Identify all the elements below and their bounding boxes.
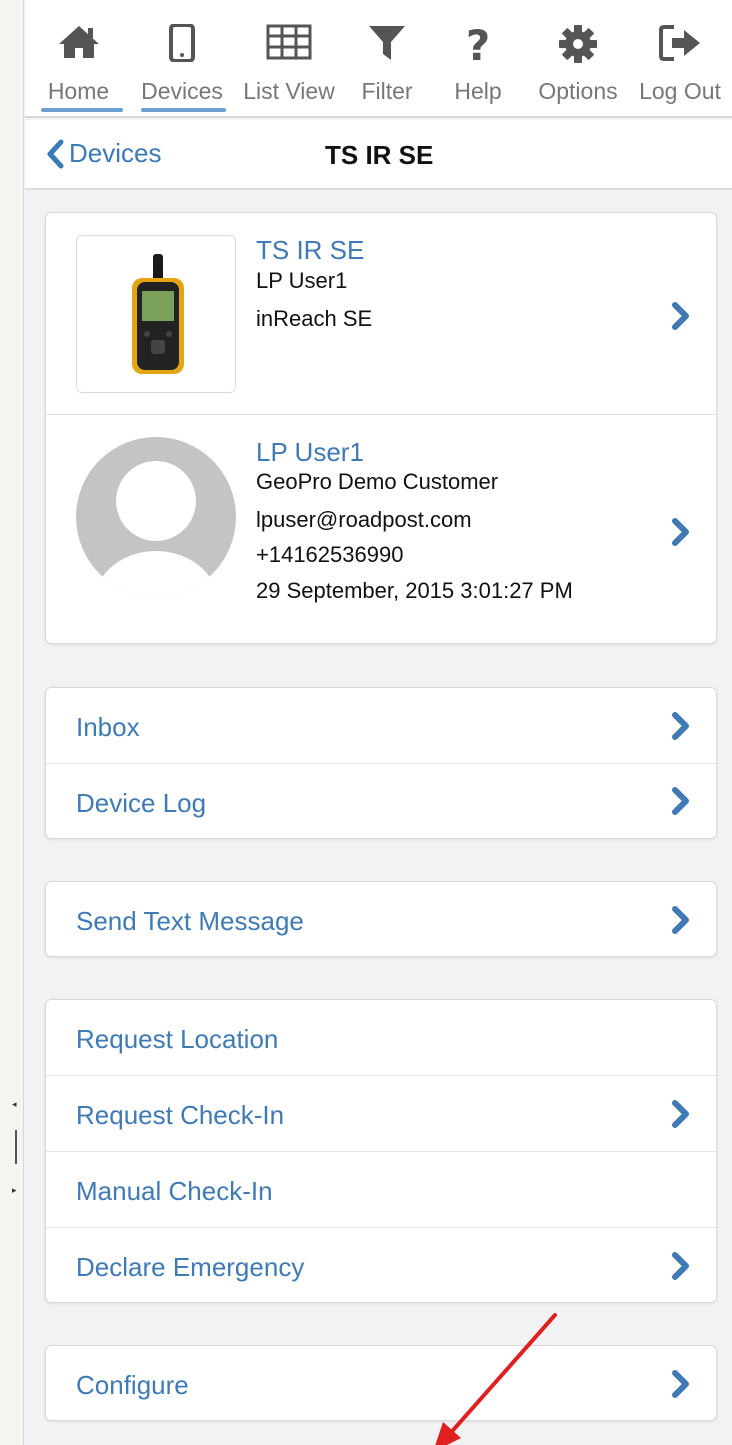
actions-card: Request Location Request Check-In Manual… — [45, 999, 717, 1303]
app-frame: Home Devices List View Filter ? Help Opt… — [25, 0, 732, 1445]
messages-card: Inbox Device Log — [45, 687, 717, 839]
expand-right-icon[interactable]: ▸ — [12, 1186, 20, 1195]
request-location-label: Request Location — [76, 1024, 279, 1054]
nav-logout-label: Log Out — [639, 78, 721, 104]
nav-home[interactable]: Home — [25, 0, 132, 118]
back-button-label: Devices — [69, 138, 162, 168]
user-info: LP User1 GeoPro Demo Customer lpuser@roa… — [256, 437, 573, 604]
collapse-left-icon[interactable]: ◂ — [12, 1100, 20, 1109]
user-last-seen: 29 September, 2015 3:01:27 PM — [256, 578, 573, 603]
device-user: LP User1 — [256, 268, 348, 293]
user-company: GeoPro Demo Customer — [256, 469, 499, 494]
nav-filter-label: Filter — [361, 78, 413, 104]
manual-checkin-label: Manual Check-In — [76, 1176, 273, 1206]
splitter-handle[interactable] — [15, 1130, 17, 1164]
page-title: TS IR SE — [325, 140, 434, 170]
nav-options[interactable]: Options — [528, 0, 628, 118]
nav-devices-label: Devices — [141, 78, 223, 104]
device-row[interactable]: TS IR SE LP User1 inReach SE — [46, 213, 716, 415]
device-model: inReach SE — [256, 306, 373, 331]
manual-checkin-item[interactable]: Manual Check-In — [46, 1152, 716, 1228]
user-phone: +14162536990 — [256, 542, 404, 567]
nav-home-underline — [41, 108, 123, 112]
top-nav: Home Devices List View Filter ? Help Opt… — [25, 0, 732, 118]
nav-list-view[interactable]: List View — [232, 0, 346, 118]
send-card: Send Text Message — [45, 881, 717, 957]
gps-device-icon — [132, 254, 184, 374]
logout-icon — [659, 25, 700, 61]
user-email: lpuser@roadpost.com — [256, 507, 472, 532]
nav-home-label: Home — [47, 78, 110, 104]
chevron-right-icon — [672, 906, 689, 934]
svg-text:?: ? — [466, 24, 490, 64]
annotation-arrow-icon — [435, 1313, 557, 1445]
nav-help[interactable]: ? Help — [428, 0, 528, 118]
chevron-right-icon — [672, 518, 689, 546]
gear-icon — [559, 25, 597, 63]
nav-list-view-label: List View — [243, 78, 335, 104]
send-text-label: Send Text Message — [76, 906, 304, 936]
user-row[interactable]: LP User1 GeoPro Demo Customer lpuser@roa… — [46, 415, 716, 643]
configure-item[interactable]: Configure — [46, 1346, 716, 1421]
back-button[interactable]: Devices — [45, 138, 161, 169]
request-checkin-item[interactable]: Request Check-In — [46, 1076, 716, 1152]
chevron-right-icon — [672, 1100, 689, 1128]
avatar — [76, 437, 236, 597]
device-log-label: Device Log — [76, 788, 207, 818]
nav-filter[interactable]: Filter — [346, 0, 428, 118]
chevron-right-icon — [672, 712, 689, 740]
chevron-left-icon — [47, 139, 64, 168]
chevron-right-icon — [672, 1370, 689, 1398]
window-edge: ◂ ▸ — [0, 0, 24, 1445]
device-log-item[interactable]: Device Log — [46, 764, 716, 839]
filter-icon — [369, 26, 405, 60]
chevron-right-icon — [672, 787, 689, 815]
request-location-item[interactable]: Request Location — [46, 1000, 716, 1076]
nav-help-label: Help — [454, 78, 502, 104]
device-user-card: TS IR SE LP User1 inReach SE LP User1 Ge… — [45, 212, 717, 644]
home-icon — [58, 26, 99, 58]
chevron-right-icon — [672, 1252, 689, 1280]
user-silhouette-icon — [94, 461, 218, 597]
nav-devices-underline — [141, 108, 226, 112]
nav-options-label: Options — [538, 78, 618, 104]
question-icon: ? — [466, 24, 490, 64]
nav-devices[interactable]: Devices — [132, 0, 232, 118]
phone-icon — [169, 24, 195, 62]
device-image — [76, 235, 236, 393]
request-checkin-label: Request Check-In — [76, 1100, 285, 1130]
configure-card: Configure — [45, 1345, 717, 1421]
chevron-right-icon — [672, 302, 689, 330]
declare-emergency-label: Declare Emergency — [76, 1252, 305, 1282]
nav-logout[interactable]: Log Out — [628, 0, 732, 118]
device-info: TS IR SE LP User1 inReach SE — [256, 235, 372, 332]
device-name-link[interactable]: TS IR SE — [256, 235, 372, 268]
send-text-item[interactable]: Send Text Message — [46, 882, 716, 957]
inbox-label: Inbox — [76, 712, 140, 742]
grid-icon — [266, 24, 312, 60]
inbox-item[interactable]: Inbox — [46, 688, 716, 764]
user-name-link[interactable]: LP User1 — [256, 437, 573, 469]
title-bar: Devices TS IR SE — [25, 120, 732, 190]
configure-label: Configure — [76, 1370, 189, 1400]
declare-emergency-item[interactable]: Declare Emergency — [46, 1228, 716, 1303]
